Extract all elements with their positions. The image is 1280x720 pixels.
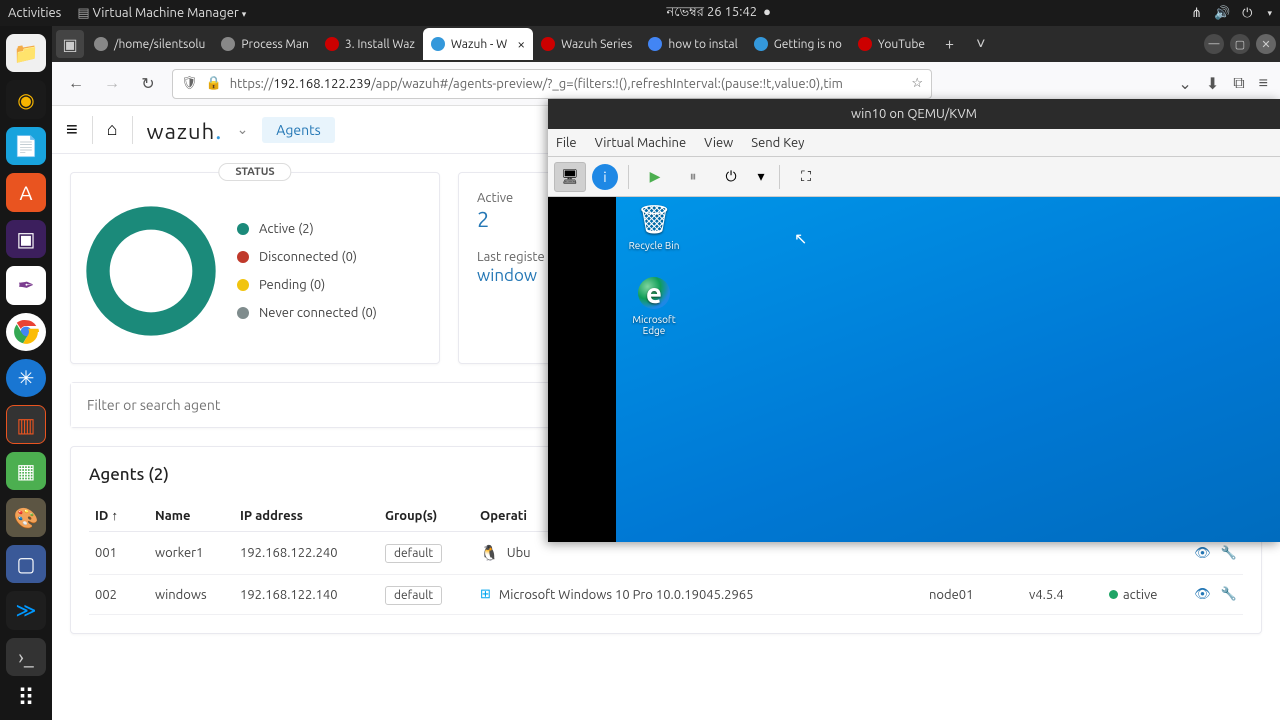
dock-compass[interactable]: ✳	[6, 359, 46, 397]
browser-tab[interactable]: Wazuh Series	[533, 28, 640, 60]
vmm-menu-item[interactable]: View	[704, 136, 733, 150]
tab-strip: ▣ /home/silentsoluProcess Man3. Install …	[52, 26, 1280, 62]
vmm-menu-item[interactable]: Virtual Machine	[595, 136, 687, 150]
browser-tab[interactable]: Wazuh - W×	[423, 28, 533, 60]
reload-button[interactable]: ↻	[136, 72, 160, 96]
desktop-icon[interactable]: eMicrosoft Edge	[624, 275, 684, 336]
browser-tab[interactable]: YouTube	[850, 28, 933, 60]
vmm-title[interactable]: win10 on QEMU/KVM	[548, 99, 1280, 129]
clock[interactable]: নভেম্বর 26 15:42 ●	[246, 3, 1191, 24]
dock-gimp[interactable]: 🎨	[6, 498, 46, 536]
cursor-icon: ↖	[794, 229, 807, 248]
nav-agents[interactable]: Agents	[262, 117, 334, 143]
table-row[interactable]: 002windows192.168.122.140 default ⊞Micro…	[89, 575, 1243, 615]
power-icon[interactable]: ⏻	[715, 162, 747, 192]
new-tab-button[interactable]: +	[935, 35, 964, 53]
status-donut	[81, 201, 221, 341]
legend-item: Active (2)	[237, 222, 377, 236]
col-ip[interactable]: IP address	[234, 500, 379, 532]
ubuntu-dock: 📁 ◉ 📄 A ▣ ✒ ✳ ▥ ▦ 🎨 ▢ ≫ ›_ ⠿	[0, 26, 52, 720]
vmm-menubar: File Virtual Machine View Send Key	[548, 129, 1280, 157]
app-menu[interactable]: ▤ Virtual Machine Manager▾	[77, 6, 246, 21]
monitor-icon[interactable]: 🖥	[554, 162, 586, 192]
dock-files[interactable]: 📁	[6, 34, 46, 72]
forward-button[interactable]: →	[100, 72, 124, 96]
vmm-letterbox	[548, 197, 616, 542]
dock-software[interactable]: A	[6, 173, 46, 211]
extensions-icon[interactable]: ⧉	[1233, 74, 1244, 93]
activities-button[interactable]: Activities	[8, 6, 61, 20]
dock-chrome[interactable]	[6, 313, 46, 351]
tab-home-icon[interactable]: ▣	[56, 30, 84, 58]
play-icon[interactable]: ▶	[639, 162, 671, 192]
close-button[interactable]: ✕	[1256, 34, 1276, 54]
star-icon[interactable]: ☆	[911, 76, 923, 91]
dock-kdenlive[interactable]: ▣	[6, 220, 46, 258]
back-button[interactable]: ←	[64, 72, 88, 96]
power-menu-icon[interactable]: ▾	[753, 162, 769, 192]
dock-screenshot[interactable]: ▢	[6, 545, 46, 583]
lock-icon: 🔒	[206, 76, 222, 91]
virt-manager-window: win10 on QEMU/KVM File Virtual Machine Vie…	[548, 99, 1280, 542]
dock-apps-grid[interactable]: ⠿	[17, 684, 35, 712]
dock-writer[interactable]: 📄	[6, 127, 46, 165]
minimize-button[interactable]: —	[1204, 34, 1224, 54]
dock-vmm[interactable]: ▥	[6, 405, 46, 444]
menu-icon[interactable]: ≡	[66, 117, 78, 142]
fullscreen-icon[interactable]: ⛶	[790, 162, 822, 192]
power-icon[interactable]: ⏻	[1242, 6, 1252, 21]
col-id[interactable]: ID ↑	[89, 500, 149, 532]
vmm-menu-item[interactable]: Send Key	[751, 136, 804, 150]
browser-tab[interactable]: 3. Install Waz	[317, 28, 423, 60]
browser-tab[interactable]: /home/silentsolu	[86, 28, 213, 60]
dock-feather[interactable]: ✒	[6, 266, 46, 304]
info-icon[interactable]: i	[592, 164, 618, 190]
url-field[interactable]: 🛡 🔒 https://192.168.122.239/app/wazuh#/a…	[172, 69, 932, 99]
wazuh-logo: wazuh.	[147, 115, 223, 144]
config-icon[interactable]: 🔧	[1221, 546, 1237, 561]
col-name[interactable]: Name	[149, 500, 234, 532]
browser-tab[interactable]: Getting is no	[746, 28, 850, 60]
vmm-toolbar: 🖥 i ▶ ⏸ ⏻ ▾ ⛶	[548, 157, 1280, 197]
shield-icon: 🛡	[181, 76, 198, 91]
legend-item: Pending (0)	[237, 278, 377, 292]
status-panel: STATUS Active (2)Disconnected (0)Pending…	[70, 172, 440, 364]
dock-rhythmbox[interactable]: ◉	[6, 80, 46, 118]
volume-icon[interactable]: 🔊	[1214, 6, 1230, 21]
browser-tab[interactable]: Process Man	[213, 28, 317, 60]
dock-terminal[interactable]: ›_	[6, 638, 46, 676]
maximize-button[interactable]: ▢	[1230, 34, 1250, 54]
app-menu-icon[interactable]: ≡	[1259, 74, 1268, 93]
network-icon[interactable]: ⋔	[1191, 6, 1202, 21]
legend-item: Never connected (0)	[237, 306, 377, 320]
pocket-icon[interactable]: ⌄	[1178, 74, 1191, 93]
dock-green[interactable]: ▦	[6, 452, 46, 490]
config-icon[interactable]: 🔧	[1221, 587, 1237, 602]
chevron-down-icon[interactable]: ⌄	[237, 121, 249, 138]
downloads-icon[interactable]: ⬇	[1206, 74, 1219, 93]
browser-tab[interactable]: how to instal	[640, 28, 745, 60]
home-icon[interactable]: ⌂	[107, 119, 118, 140]
status-title: STATUS	[218, 163, 291, 181]
desktop-icon[interactable]: 🗑Recycle Bin	[624, 201, 684, 251]
vmm-menu-item[interactable]: File	[556, 136, 577, 150]
pause-icon[interactable]: ⏸	[677, 162, 709, 192]
view-icon[interactable]: 👁	[1194, 546, 1211, 561]
gnome-top-bar: Activities ▤ Virtual Machine Manager▾ নভ…	[0, 0, 1280, 26]
guest-desktop[interactable]: 🗑Recycle Bin eMicrosoft Edge ↖	[616, 197, 1280, 542]
tab-close-icon[interactable]: ×	[517, 36, 525, 52]
legend-item: Disconnected (0)	[237, 250, 377, 264]
col-group[interactable]: Group(s)	[379, 500, 474, 532]
tab-list-button[interactable]: ˅	[966, 35, 995, 54]
view-icon[interactable]: 👁	[1194, 587, 1211, 602]
dock-vscode[interactable]: ≫	[6, 591, 46, 629]
